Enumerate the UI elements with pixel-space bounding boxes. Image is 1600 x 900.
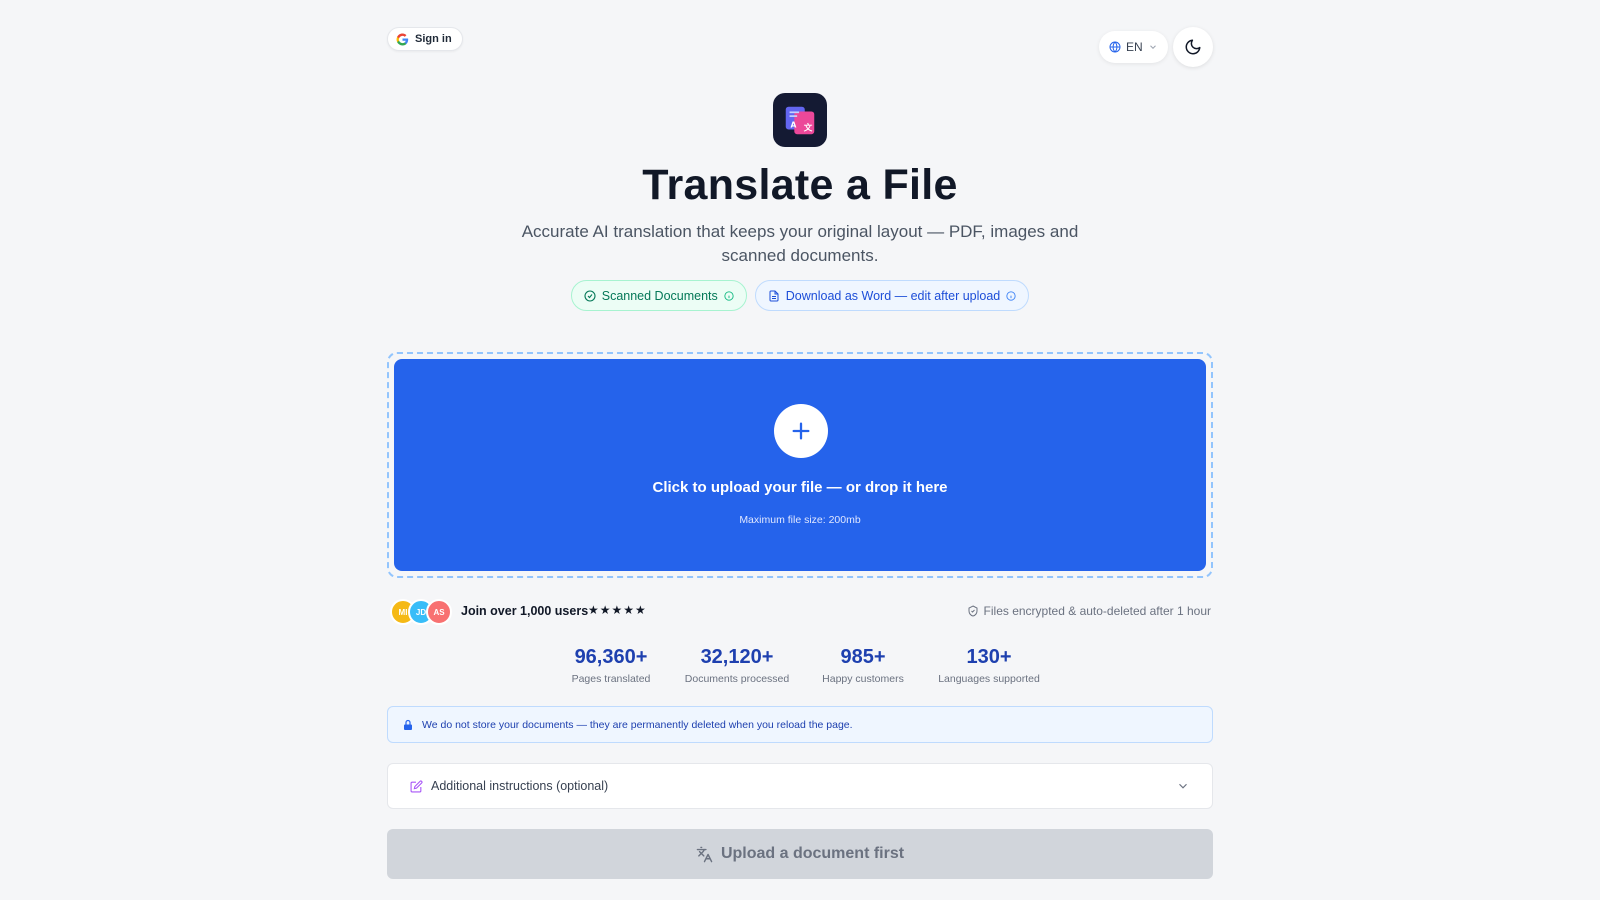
app-logo: A 文 <box>773 93 827 147</box>
privacy-notice: We do not store your documents — they ar… <box>387 706 1213 743</box>
stat-documents-processed: 32,120+ Documents processed <box>674 646 800 685</box>
upload-size-hint: Maximum file size: 200mb <box>739 514 861 526</box>
chevron-down-icon <box>1179 783 1187 789</box>
globe-icon <box>1109 41 1121 53</box>
document-icon <box>769 290 779 301</box>
lock-icon <box>404 719 412 730</box>
translate-document-icon: A 文 <box>785 106 815 135</box>
shield-check-icon <box>968 605 978 617</box>
page-title: Translate a File <box>642 161 958 209</box>
additional-instructions-toggle[interactable]: Additional instructions (optional) <box>387 763 1213 809</box>
page-subtitle: Accurate AI translation that keeps your … <box>521 222 1079 265</box>
stat-value: 96,360+ <box>574 646 648 668</box>
stat-value: 130+ <box>966 646 1012 668</box>
stat-languages-supported: 130+ Languages supported <box>926 646 1052 685</box>
avatar: AS <box>426 599 452 625</box>
stat-value: 985+ <box>840 646 886 668</box>
page: Sign in EN A 文 Translate a File Accurate… <box>387 0 1213 900</box>
svg-text:文: 文 <box>804 121 813 133</box>
user-avatars: MI JD AS <box>390 599 452 625</box>
chevron-down-icon <box>1149 45 1156 49</box>
svg-text:A: A <box>791 121 797 130</box>
privacy-notice-text: We do not store your documents — they ar… <box>422 718 853 731</box>
chip-scanned-documents[interactable]: Scanned Documents <box>570 280 747 311</box>
language-label: EN <box>1126 40 1143 54</box>
upload-dropzone[interactable]: Click to upload your file — or drop it h… <box>387 352 1213 578</box>
security-text: Files encrypted & auto-deleted after 1 h… <box>983 604 1211 618</box>
check-circle-icon <box>584 289 596 302</box>
edit-icon <box>410 779 423 792</box>
translate-submit-button[interactable]: Upload a document first <box>387 829 1213 879</box>
stats-row: 96,360+ Pages translated 32,120+ Documen… <box>387 646 1213 685</box>
sign-in-label: Sign in <box>415 33 452 45</box>
theme-toggle-button[interactable] <box>1173 27 1213 67</box>
stat-label: Pages translated <box>571 673 651 685</box>
rating-stars: ★★★★★ <box>588 603 647 617</box>
additional-instructions-label: Additional instructions (optional) <box>431 779 609 793</box>
google-icon <box>396 33 409 45</box>
plus-icon[interactable] <box>774 404 828 458</box>
stat-label: Documents processed <box>684 673 790 685</box>
join-users-text: Join over 1,000 users <box>461 604 589 618</box>
stat-happy-customers: 985+ Happy customers <box>800 646 926 685</box>
moon-icon <box>1185 39 1201 55</box>
feature-chips: Scanned Documents Download as Word — edi… <box>387 280 1213 311</box>
security-note: Files encrypted & auto-deleted after 1 h… <box>967 604 1211 618</box>
stat-pages-translated: 96,360+ Pages translated <box>548 646 674 685</box>
info-icon <box>724 290 734 301</box>
language-selector[interactable]: EN <box>1099 31 1168 63</box>
chip-label: Download as Word — edit after upload <box>785 288 1001 303</box>
stat-label: Languages supported <box>938 673 1040 685</box>
translate-icon <box>696 846 713 862</box>
stat-label: Happy customers <box>822 673 904 685</box>
chip-label: Scanned Documents <box>601 288 718 303</box>
stat-value: 32,120+ <box>700 646 774 668</box>
upload-label: Click to upload your file — or drop it h… <box>652 479 948 496</box>
info-icon <box>1006 290 1016 301</box>
submit-label: Upload a document first <box>720 845 905 862</box>
upload-area[interactable]: Click to upload your file — or drop it h… <box>394 359 1206 571</box>
sign-in-button[interactable]: Sign in <box>387 27 463 51</box>
chip-download-word[interactable]: Download as Word — edit after upload <box>754 280 1030 311</box>
